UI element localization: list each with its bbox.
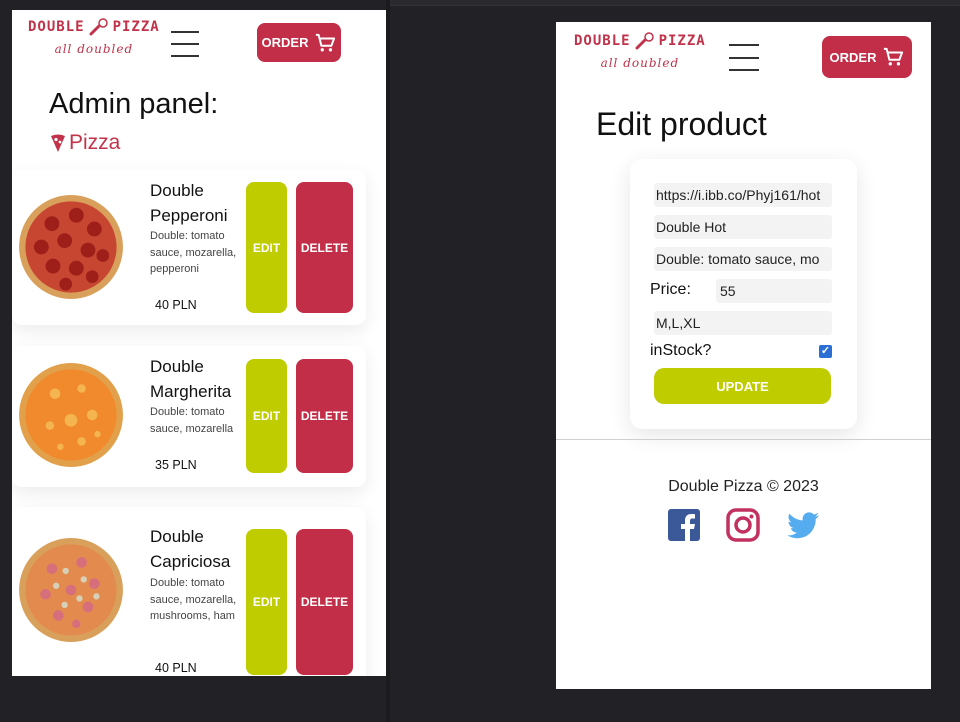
twitter-icon[interactable]	[786, 508, 820, 542]
sizes-field[interactable]	[654, 311, 832, 335]
edit-button[interactable]: EDIT	[246, 182, 287, 313]
panel-divider	[386, 0, 390, 722]
pizza-capriciosa-image	[19, 538, 123, 642]
product-name: Double Capriciosa	[150, 527, 231, 571]
instagram-icon[interactable]	[726, 508, 760, 542]
cart-icon	[884, 47, 904, 66]
pizza-cutter-icon	[635, 32, 654, 50]
product-card: Double Margherita Double: tomato sauce, …	[12, 346, 366, 487]
pizza-pepperoni-image	[19, 195, 123, 299]
order-label: ORDER	[261, 35, 309, 50]
logo-word-left: DOUBLE	[28, 19, 85, 35]
window-top-edge	[390, 0, 960, 6]
logo-tagline: all doubled	[54, 42, 134, 56]
delete-button[interactable]: DELETE	[296, 182, 353, 313]
product-price: 40 PLN	[155, 298, 197, 312]
hamburger-menu-icon[interactable]	[171, 31, 199, 57]
product-price: 40 PLN	[155, 661, 197, 675]
logo-word-right: PIZZA	[112, 19, 160, 35]
category-label: Pizza	[69, 131, 121, 154]
logo-word-right: PIZZA	[658, 33, 706, 49]
cart-icon	[316, 33, 336, 51]
product-description: Double: tomato sauce, mozarella	[150, 406, 234, 435]
footer-copyright: Double Pizza © 2023	[668, 478, 819, 495]
product-name: Double Pepperoni	[150, 181, 228, 225]
product-description: Double: tomato sauce, mozarella, mushroo…	[150, 577, 237, 622]
hamburger-menu-icon[interactable]	[729, 44, 759, 71]
pizza-cutter-icon	[89, 18, 108, 36]
instock-checkbox[interactable]: ✓	[819, 345, 832, 358]
edit-product-form: Price: inStock? ✓ UPDATE	[630, 159, 857, 429]
update-button[interactable]: UPDATE	[654, 368, 831, 404]
description-field[interactable]	[654, 247, 832, 271]
logo[interactable]: DOUBLE PIZZA all doubled	[574, 32, 706, 70]
product-price: 35 PLN	[155, 458, 197, 472]
product-description: Double: tomato sauce, mozarella, peppero…	[150, 230, 237, 275]
logo-tagline: all doubled	[600, 56, 680, 70]
product-name-field[interactable]	[654, 215, 832, 239]
logo-word-left: DOUBLE	[574, 33, 631, 49]
product-card: Double Capriciosa Double: tomato sauce, …	[12, 507, 366, 676]
pizza-slice-icon	[51, 134, 65, 152]
category-heading[interactable]: Pizza	[50, 131, 120, 155]
edit-product-title: Edit product	[596, 106, 767, 142]
product-card: Double Pepperoni Double: tomato sauce, m…	[12, 170, 366, 325]
price-label: Price:	[650, 281, 691, 298]
product-name: Double Margherita	[150, 357, 232, 401]
order-button[interactable]: ORDER	[257, 23, 341, 62]
edit-product-screen: DOUBLE PIZZA all doubled ORDER Edit prod…	[556, 22, 931, 689]
pizza-margherita-image	[19, 363, 123, 467]
admin-title: Admin panel:	[49, 88, 219, 120]
edit-button[interactable]: EDIT	[246, 359, 287, 473]
instock-label: inStock?	[650, 342, 712, 359]
logo[interactable]: DOUBLE PIZZA all doubled	[28, 18, 160, 56]
price-field[interactable]	[716, 279, 832, 303]
edit-button[interactable]: EDIT	[246, 529, 287, 675]
admin-panel-screen: DOUBLE PIZZA all doubled ORDER Admin pan…	[12, 10, 386, 676]
delete-button[interactable]: DELETE	[296, 359, 353, 473]
facebook-icon[interactable]	[667, 508, 701, 542]
footer-divider	[556, 439, 931, 440]
order-label: ORDER	[829, 49, 877, 65]
image-url-field[interactable]	[654, 183, 832, 207]
order-button[interactable]: ORDER	[822, 36, 912, 78]
delete-button[interactable]: DELETE	[296, 529, 353, 675]
